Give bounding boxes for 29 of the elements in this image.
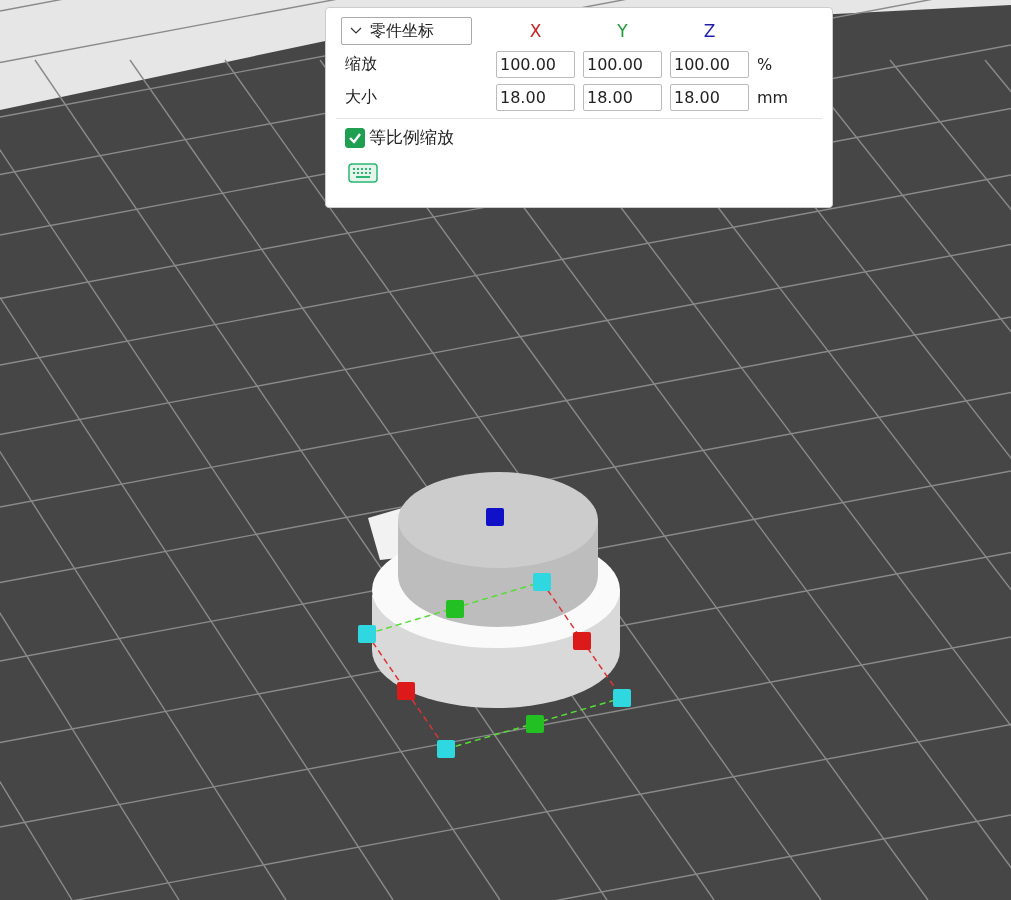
scale-handle[interactable]: [573, 632, 591, 650]
number-field[interactable]: 100.00: [670, 51, 749, 78]
scale-handle[interactable]: [486, 508, 504, 526]
scale-handle[interactable]: [446, 600, 464, 618]
number-field[interactable]: 18.00: [496, 84, 575, 111]
number-field[interactable]: 100.00: [496, 51, 575, 78]
number-field[interactable]: 100.00: [583, 51, 662, 78]
unit-label: mm: [757, 88, 790, 107]
axis-label: Z: [702, 21, 717, 41]
scale-handle[interactable]: [358, 625, 376, 643]
unit-label: %: [757, 55, 774, 74]
checkbox-label: 等比例缩放: [369, 126, 454, 149]
axis-label: Y: [616, 21, 629, 41]
scale-handle[interactable]: [437, 740, 455, 758]
keyboard-icon[interactable]: [348, 163, 378, 183]
part-with-scale-handles-drawing[interactable]: [358, 472, 631, 758]
coordinate-dropdown[interactable]: 零件坐标: [341, 17, 472, 45]
scale-handle[interactable]: [613, 689, 631, 707]
number-field[interactable]: 18.00: [583, 84, 662, 111]
scale-handle[interactable]: [397, 682, 415, 700]
scale-handle[interactable]: [526, 715, 544, 733]
number-field[interactable]: 18.00: [670, 84, 749, 111]
row-label: 大小: [344, 87, 378, 108]
row-label: 缩放: [344, 54, 378, 75]
chevron-down-icon: [350, 27, 362, 35]
scale-handle[interactable]: [533, 573, 551, 591]
checkbox[interactable]: [345, 127, 365, 148]
axis-label: X: [528, 21, 543, 41]
3d-viewport[interactable]: 零件坐标 X Y Z 缩放 100.00 100.00 100.00 % 大小 18.00 18.00 18.00 mm 等比例缩放: [0, 0, 1011, 900]
